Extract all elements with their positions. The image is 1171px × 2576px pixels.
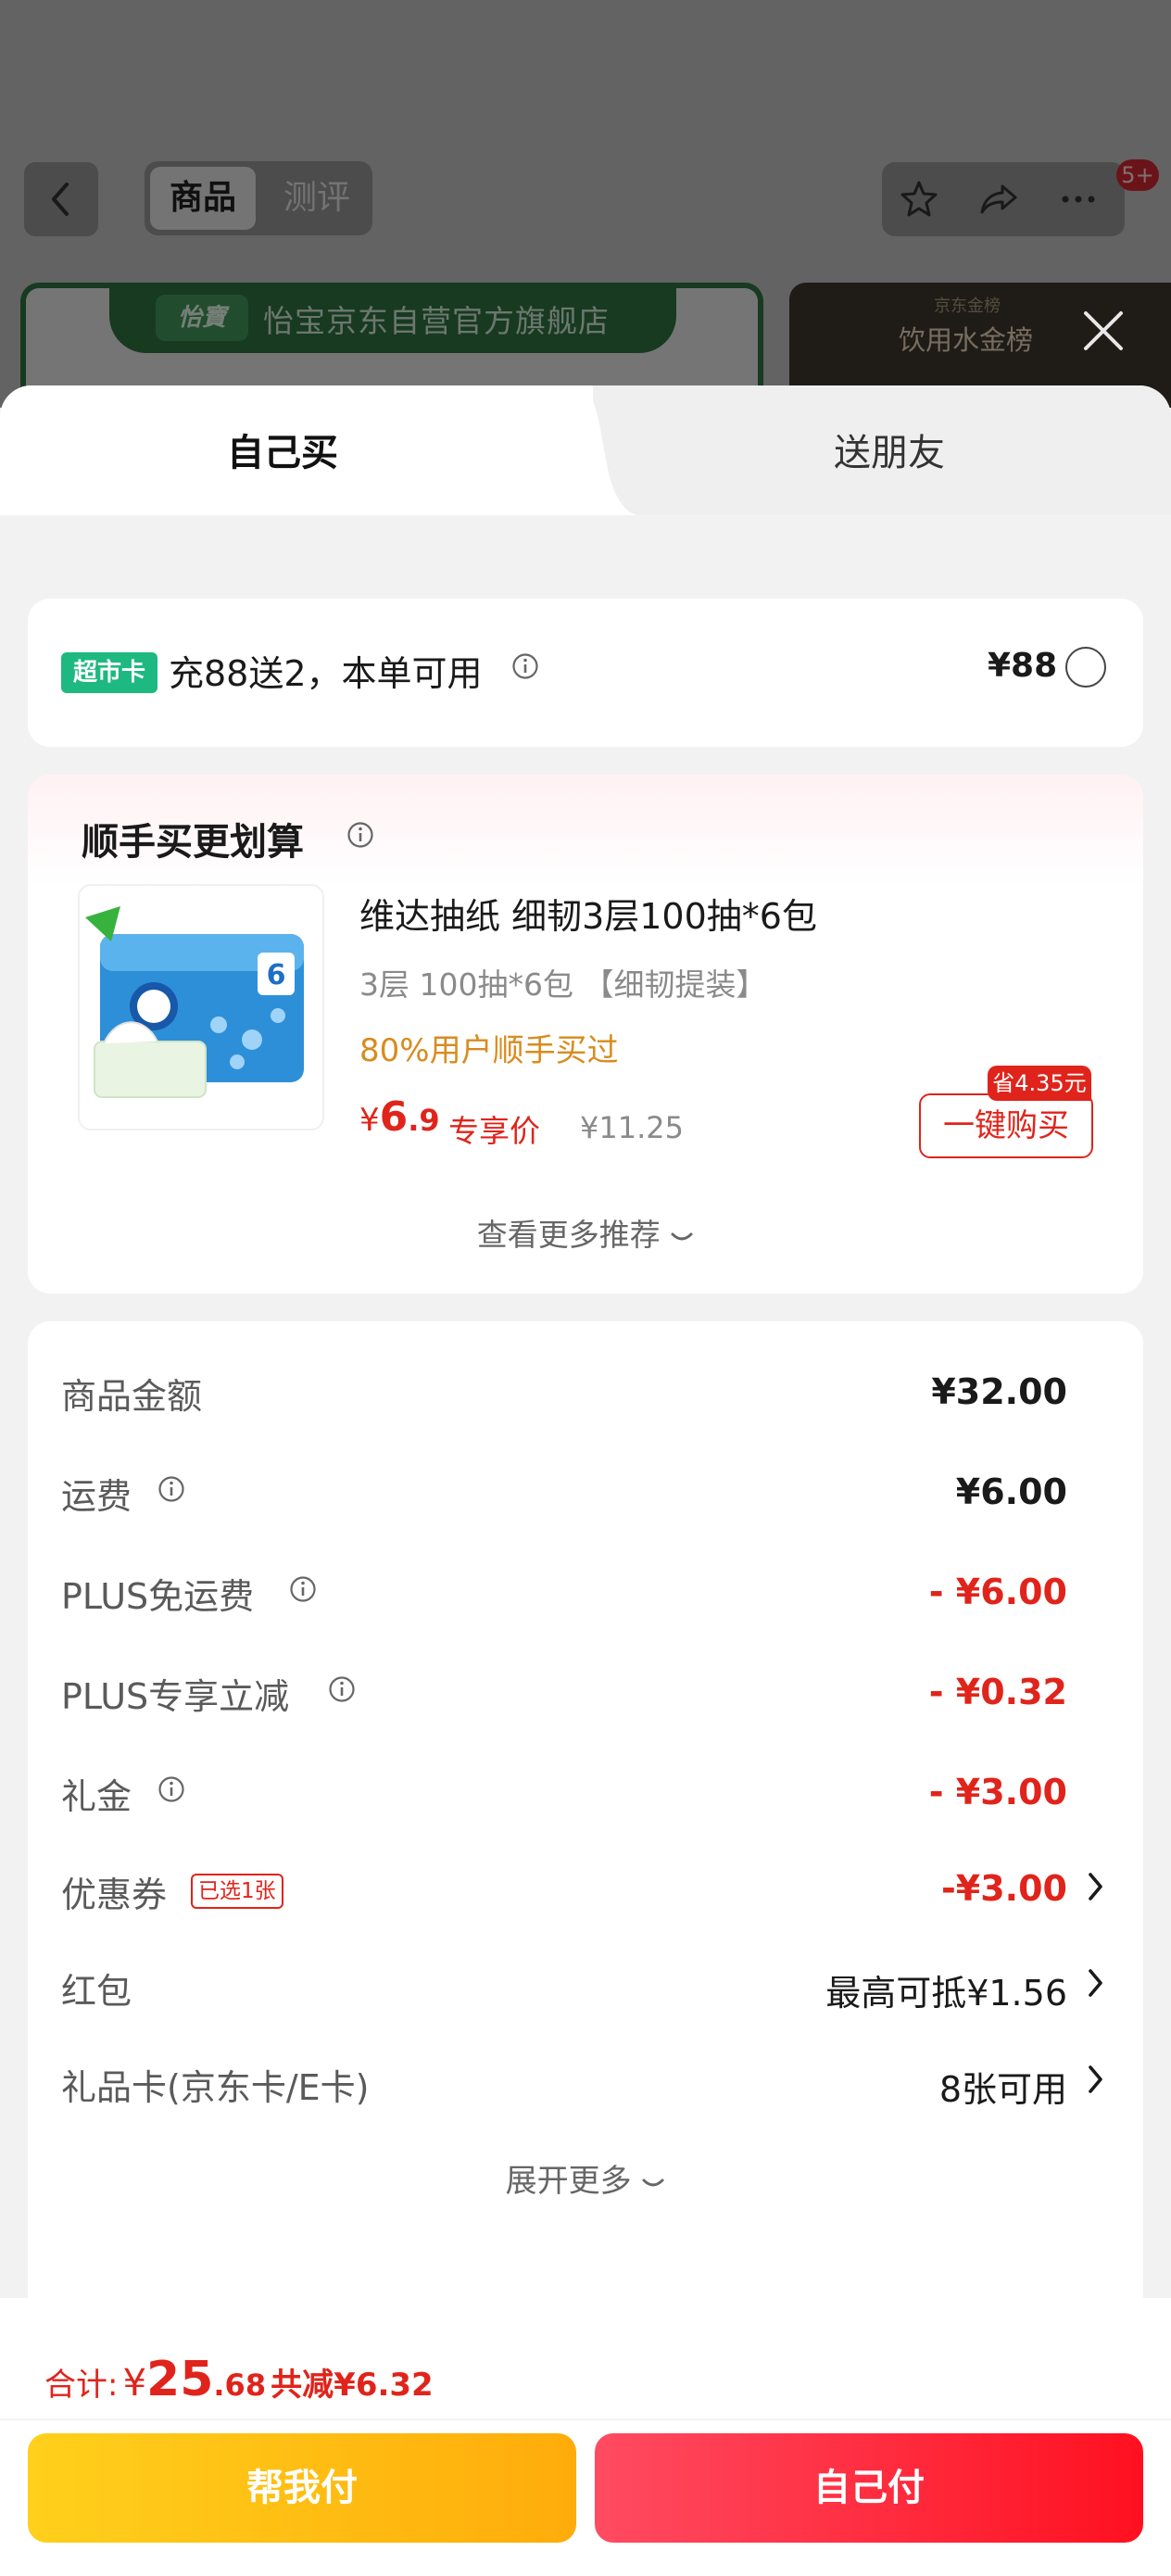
product-spec: 3层 100抽*6包 【细韧提装】 (359, 966, 767, 1003)
row-goods-amount-label: 商品金额 (61, 1376, 203, 1417)
info-icon[interactable] (289, 1575, 317, 1603)
supermarket-chip: 超市卡 (61, 652, 157, 693)
tab-buy-self[interactable]: 自己买 (0, 423, 565, 476)
pay-myself-button[interactable]: 自己付 (595, 2433, 1143, 2543)
price-int: 6 (379, 1093, 409, 1141)
info-icon[interactable] (157, 1775, 185, 1803)
row-red-packet-label[interactable]: 红包 (61, 1963, 132, 2014)
row-plus-free-shipping-value: - ¥6.00 (928, 1572, 1067, 1612)
total-int: 25 (146, 2352, 214, 2407)
tissue-product-image[interactable]: 6 (78, 884, 324, 1130)
row-plus-free-shipping-label: PLUS免运费 (61, 1576, 255, 1617)
price-dec: .9 (408, 1103, 440, 1138)
supermarket-promo-text: 充88送2，本单可用 (169, 653, 483, 694)
coupon-selected-badge: 已选1张 (191, 1874, 283, 1909)
tab-send-friend[interactable]: 送朋友 (602, 423, 1171, 476)
original-price: ¥11.25 (580, 1110, 684, 1145)
bought-rate: 80%用户顺手买过 (359, 1032, 619, 1069)
total-dec: .68 (213, 2368, 267, 2403)
svg-text:6: 6 (267, 959, 286, 991)
order-summary-card: 商品金额 ¥32.00 运费 ¥6.00 PLUS免运费 - ¥6.00 PLU… (28, 1321, 1143, 2337)
row-plus-discount-value: - ¥0.32 (928, 1672, 1067, 1712)
row-gift-money-label: 礼金 (61, 1776, 132, 1817)
chevron-down-icon (671, 1232, 693, 1241)
total-amount: 合计: ¥25.68 共减¥6.32 (44, 2352, 434, 2407)
product-price: ¥6.9 (359, 1093, 440, 1141)
addon-title: 顺手买更划算 (82, 821, 304, 864)
divider (0, 2418, 1171, 2420)
chevron-right-icon[interactable] (1086, 1870, 1106, 1903)
more-recommend-label: 查看更多推荐 (476, 1217, 661, 1253)
addon-recommend-card: 顺手买更划算 6 维达抽纸 细韧3层100抽*6包 3层 100抽*6包 【细韧… (28, 775, 1143, 1294)
close-icon[interactable] (1080, 308, 1127, 354)
payment-bar: 合计: ¥25.68 共减¥6.32 帮我付 自己付 (0, 2298, 1171, 2576)
info-icon[interactable] (346, 821, 374, 849)
info-icon[interactable] (328, 1675, 356, 1703)
row-plus-discount-label: PLUS专享立减 (61, 1676, 290, 1717)
total-currency: ¥ (122, 2362, 147, 2405)
row-goods-amount-value: ¥32.00 (931, 1371, 1067, 1412)
row-shipping-label: 运费 (61, 1476, 132, 1517)
total-reduction: 共减¥6.32 (271, 2367, 434, 2404)
row-gift-card-label[interactable]: 礼品卡(京东卡/E卡) (61, 2059, 369, 2110)
row-gift-money-value: - ¥3.00 (928, 1772, 1067, 1812)
product-name[interactable]: 维达抽纸 细韧3层100抽*6包 (359, 888, 817, 939)
info-icon[interactable] (511, 652, 539, 680)
save-badge: 省4.35元 (988, 1066, 1091, 1101)
row-coupon-value[interactable]: -¥3.00 (941, 1868, 1067, 1909)
supermarket-radio[interactable] (1065, 647, 1106, 688)
help-me-pay-button[interactable]: 帮我付 (28, 2433, 576, 2543)
row-red-packet-value[interactable]: 最高可抵¥1.56 (825, 1964, 1067, 2015)
chevron-right-icon[interactable] (1086, 2063, 1106, 2096)
expand-more-label: 展开更多 (505, 2163, 632, 2200)
total-label: 合计: (44, 2367, 119, 2404)
checkout-sheet: 自己买 送朋友 超市卡 充88送2，本单可用 ¥88 顺手买更划算 6 维达抽纸… (0, 385, 1171, 2576)
dim-overlay[interactable] (0, 0, 1171, 408)
one-click-buy-button[interactable]: 一键购买 (919, 1093, 1093, 1158)
row-coupon-label[interactable]: 优惠券 (61, 1866, 167, 1917)
chevron-down-icon (642, 2178, 664, 2187)
supermarket-price: ¥88 (988, 647, 1058, 685)
info-icon[interactable] (157, 1475, 185, 1503)
exclusive-price-tag: 专享价 (448, 1113, 540, 1149)
chevron-right-icon[interactable] (1086, 1966, 1106, 2000)
row-gift-card-value[interactable]: 8张可用 (939, 2061, 1067, 2112)
expand-more-link[interactable]: 展开更多 (28, 2155, 1143, 2201)
price-currency: ¥ (359, 1102, 380, 1139)
supermarket-card-promo[interactable]: 超市卡 充88送2，本单可用 ¥88 (28, 599, 1143, 747)
tissue-pack-icon: 6 (85, 906, 304, 1098)
more-recommend-link[interactable]: 查看更多推荐 (28, 1210, 1143, 1255)
row-shipping-value: ¥6.00 (955, 1471, 1067, 1512)
